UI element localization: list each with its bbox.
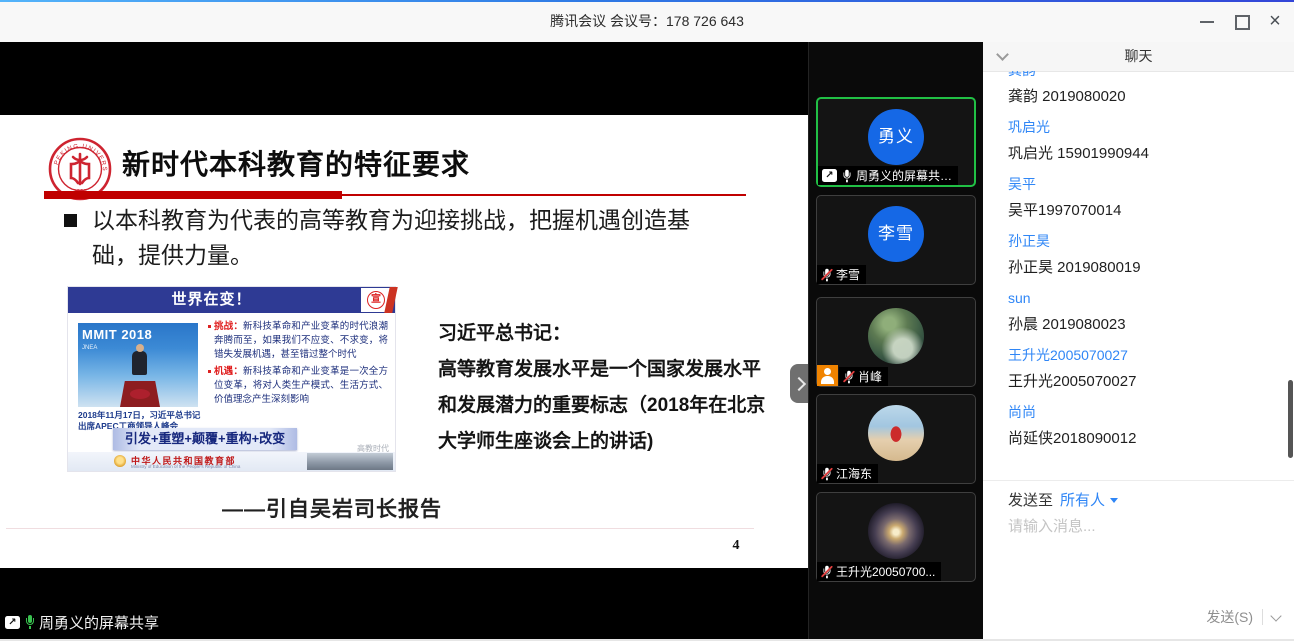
tile-label: 江海东 [817, 464, 878, 483]
video-panel-collapse-handle[interactable] [790, 364, 809, 403]
speaker-figure [132, 351, 147, 375]
send-to-selector[interactable]: 所有人 [1060, 489, 1105, 510]
chat-message: 龚韵 2019080020 [1008, 87, 1278, 107]
shared-screen-area: PEKING UNIVERSITY 1898 新时代本科教育的特征要求 以本科教… [0, 42, 808, 641]
chat-username: 龚韵 [1008, 71, 1278, 79]
person-badge-icon [817, 365, 838, 386]
close-icon[interactable]: × [1258, 0, 1292, 42]
chat-scrollbar[interactable] [1288, 380, 1293, 458]
challenge-point: 挑战：新科技革命和产业变革的时代浪潮奔腾而至，如果我们不应变、不求变，将错失发展… [208, 320, 388, 362]
mic-muted-icon [822, 268, 832, 281]
chat-message: 吴平1997070014 [1008, 201, 1278, 221]
minimize-icon[interactable] [1190, 0, 1224, 42]
video-tile-sharer[interactable]: 勇义 周勇义的屏幕共… [816, 97, 976, 187]
tile-label: 周勇义的屏幕共… [818, 166, 958, 185]
send-to-row: 发送至 所有人 [1008, 489, 1118, 510]
avatar-photo [868, 503, 924, 559]
caret-down-icon[interactable] [1110, 498, 1118, 503]
watermark-text: 高教时代 [357, 443, 389, 454]
mic-on-icon [842, 169, 852, 182]
chat-divider [983, 480, 1294, 481]
mic-muted-icon [844, 370, 854, 383]
chat-message-list[interactable]: 龚韵 龚韵 2019080020 巩启光 巩启光 15901990944 吴平 … [983, 71, 1294, 480]
send-row: 发送(S) [1206, 607, 1280, 627]
bullet-marker [64, 214, 77, 227]
maximize-icon[interactable] [1224, 0, 1258, 42]
tile-label: 肖峰 [839, 367, 888, 386]
window-controls: × [1190, 0, 1292, 42]
send-separator [1262, 609, 1263, 625]
presentation-slide: PEKING UNIVERSITY 1898 新时代本科教育的特征要求 以本科教… [0, 115, 808, 568]
ministry-name-en: Ministry of Education of the People's Re… [131, 464, 240, 469]
share-bar-label: 周勇义的屏幕共享 [39, 612, 159, 633]
send-button[interactable]: 发送(S) [1206, 607, 1253, 627]
chat-username: sun [1008, 290, 1278, 307]
chat-username: 尚尚 [1008, 404, 1278, 421]
screen-share-icon [822, 169, 837, 182]
embed-points: 挑战：新科技革命和产业变革的时代浪潮奔腾而至，如果我们不应变、不求变，将错失发展… [208, 320, 388, 410]
chat-username: 孙正昊 [1008, 233, 1278, 250]
slide-bullet-text: 以本科教育为代表的高等教育为迎接挑战，把握机遇创造基础，提供力量。 [92, 203, 708, 273]
avatar: 勇义 [868, 109, 924, 165]
chevron-right-icon [792, 377, 806, 391]
photo-banner-subtext: JNEA [82, 345, 97, 351]
embed-header-title: 世界在变！ [68, 287, 355, 313]
avatar-photo [868, 405, 924, 461]
national-emblem-icon [114, 455, 126, 467]
slide-footer-line [6, 528, 754, 529]
slide-title-divider [44, 191, 746, 199]
chat-panel: 聊天 龚韵 龚韵 2019080020 巩启光 巩启光 15901990944 … [983, 42, 1294, 641]
avatar-photo [868, 308, 924, 364]
chat-username: 巩启光 [1008, 119, 1278, 136]
chat-message: 巩启光 15901990944 [1008, 144, 1278, 164]
chat-message: 尚延侠2018090012 [1008, 429, 1278, 449]
embed-banner: 引发+重塑+颠覆+重构+改变 [113, 428, 297, 450]
mic-on-icon [24, 615, 35, 629]
embedded-slide-image: 世界在变！ 宣 MMIT 2018 JNEA 2018年11月17日，习近平总书… [68, 287, 395, 471]
tile-label: 王升光20050700... [817, 562, 941, 581]
summit-photo: MMIT 2018 JNEA [78, 323, 198, 407]
red-seal-icon: 宣 [361, 288, 391, 312]
embed-header: 世界在变！ 宣 [68, 287, 395, 313]
building-photo [307, 453, 393, 470]
tile-label: 李雪 [817, 265, 866, 284]
mic-muted-icon [822, 467, 832, 480]
video-tile[interactable]: 王升光20050700... [816, 492, 976, 582]
window-title: 腾讯会议 会议号：178 726 643 [0, 0, 1294, 42]
meeting-window: 腾讯会议 会议号：178 726 643 × PEKING UNIVERSITY… [0, 0, 1294, 641]
avatar: 李雪 [868, 206, 924, 262]
chat-message: 王升光2005070027 [1008, 372, 1278, 392]
podium [120, 381, 160, 407]
attribution-text: ——引自吴岩司长报告 [222, 493, 442, 523]
mic-muted-icon [822, 565, 832, 578]
titlebar: 腾讯会议 会议号：178 726 643 × [0, 0, 1294, 42]
photo-banner-text: MMIT 2018 [82, 327, 152, 342]
chat-username: 吴平 [1008, 176, 1278, 193]
video-tile[interactable]: 李雪 李雪 [816, 195, 976, 285]
quote-intro: 习近平总书记： [438, 323, 571, 344]
chat-message: 孙晨 2019080023 [1008, 315, 1278, 335]
slide-title: 新时代本科教育的特征要求 [122, 143, 470, 183]
video-panel: 勇义 周勇义的屏幕共… 李雪 李雪 肖峰 [808, 42, 983, 641]
screen-share-icon [5, 616, 20, 629]
video-tile[interactable]: 江海东 [816, 394, 976, 484]
chat-username: 王升光2005070027 [1008, 347, 1278, 364]
chat-header: 聊天 [983, 42, 1294, 72]
send-to-label: 发送至 [1008, 489, 1053, 510]
chat-message: 孙正昊 2019080019 [1008, 258, 1278, 278]
opportunity-point: 机遇：新科技革命和产业变革是一次全方位变革，将对人类生产模式、生活方式、价值理念… [208, 365, 388, 407]
slide-page-number: 4 [726, 538, 746, 554]
embed-footer: 中华人民共和国教育部 Ministry of Education of the … [68, 452, 395, 471]
chat-title: 聊天 [983, 42, 1294, 71]
message-input[interactable]: 请输入消息... [1008, 515, 1274, 536]
quote-body: 高等教育发展水平是一个国家发展水平和发展潜力的重要标志（2018年在北京大学师生… [438, 359, 765, 452]
video-tile[interactable]: 肖峰 [816, 297, 976, 387]
quote-block: 习近平总书记： 高等教育发展水平是一个国家发展水平和发展潜力的重要标志（2018… [438, 316, 774, 460]
send-options-chevron-icon[interactable] [1270, 610, 1281, 621]
